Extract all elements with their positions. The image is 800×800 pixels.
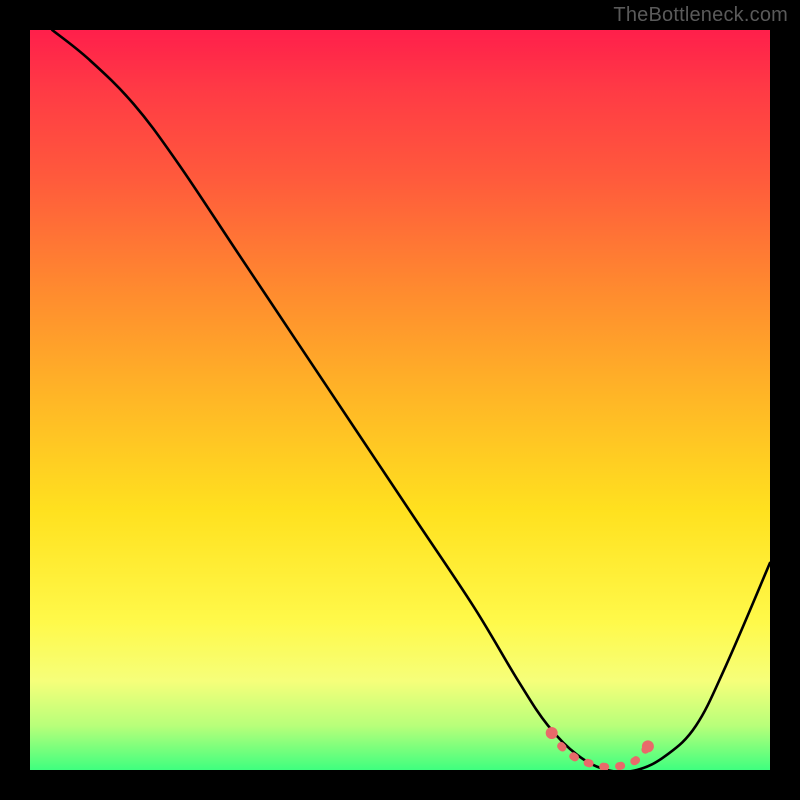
bottleneck-curve — [52, 30, 770, 770]
highlight-segment — [552, 733, 648, 767]
watermark-text: TheBottleneck.com — [613, 4, 788, 27]
highlight-dot — [546, 727, 558, 739]
chart-frame: TheBottleneck.com — [0, 0, 800, 800]
plot-area — [30, 30, 770, 770]
curve-layer — [30, 30, 770, 770]
highlight-dot — [642, 740, 654, 752]
